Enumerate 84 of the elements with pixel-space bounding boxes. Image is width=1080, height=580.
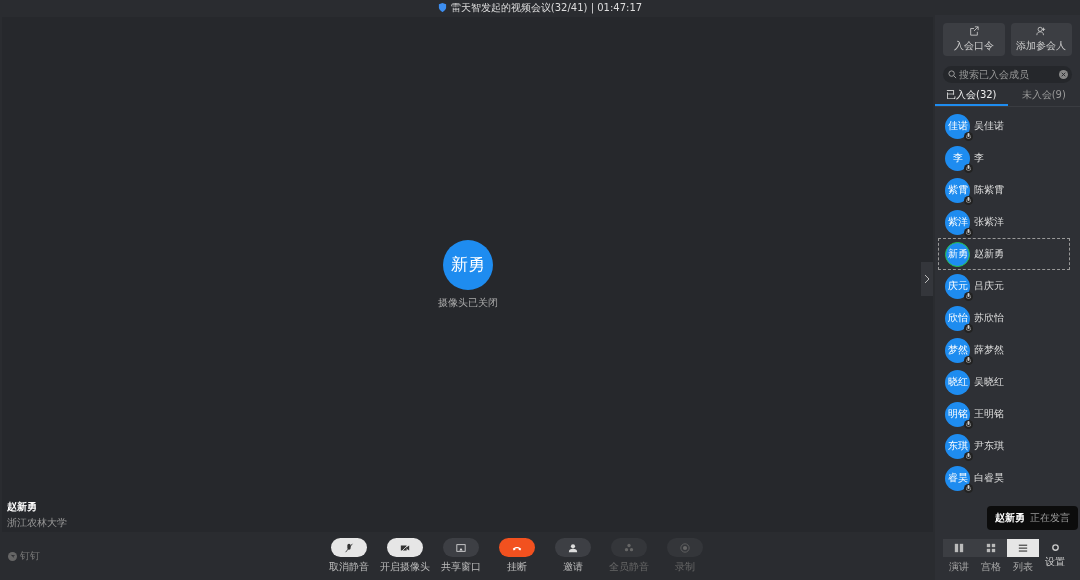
add-person-icon <box>1036 26 1047 36</box>
toolbar-button[interactable] <box>555 538 591 557</box>
participant-avatar: 东琪 <box>945 433 970 459</box>
toolbar-label: 邀请 <box>563 560 583 574</box>
participant-avatar: 新勇 <box>945 241 970 267</box>
participant-row[interactable]: 李 李 <box>938 142 1070 174</box>
participant-avatar: 睿昊 <box>945 465 970 491</box>
person-icon <box>568 542 578 553</box>
collapse-handle[interactable] <box>921 262 933 296</box>
participant-avatar: 李 <box>945 145 970 171</box>
search-icon <box>948 70 957 79</box>
participant-name: 吕庆元 <box>974 279 1004 293</box>
participant-name: 陈紫霄 <box>974 183 1004 197</box>
toolbar-label: 开启摄像头 <box>380 560 430 574</box>
participants-tab[interactable]: 已入会(32) <box>935 86 1008 106</box>
participant-avatar: 紫洋 <box>945 209 970 235</box>
camera-off-icon <box>400 542 410 553</box>
participant-row[interactable]: 欣怡 苏欣怡 <box>938 302 1070 334</box>
search-field[interactable]: 搜索已入会成员 <box>943 66 1072 83</box>
participant-avatar: 庆元 <box>945 273 970 299</box>
chevron-right-icon <box>924 275 930 283</box>
toolbar-button[interactable] <box>443 538 479 557</box>
toast-text: 正在发言 <box>1030 511 1070 525</box>
group-icon <box>624 542 634 553</box>
participant-row[interactable]: 东琪 尹东琪 <box>938 430 1070 462</box>
toolbar-label: 共享窗口 <box>441 560 481 574</box>
toolbar-button[interactable] <box>499 538 535 557</box>
sidebar-action-button[interactable]: 添加参会人 <box>1010 23 1072 56</box>
participant-avatar: 晓红 <box>945 369 970 395</box>
logo-icon <box>8 551 17 561</box>
participant-row[interactable]: 紫霄 陈紫霄 <box>938 174 1070 206</box>
participant-avatar: 明铭 <box>945 401 970 427</box>
sidebar-action-button[interactable]: 入会口令 <box>943 23 1005 56</box>
participant-row[interactable]: 庆元 吕庆元 <box>938 270 1070 302</box>
layout-button[interactable] <box>943 538 975 557</box>
participant-name: 苏欣怡 <box>974 311 1004 325</box>
grid-icon <box>986 542 996 553</box>
participant-name: 尹东琪 <box>974 439 1004 453</box>
layout-label: 列表 <box>1013 559 1033 574</box>
speaker-name: 赵新勇 <box>7 500 38 514</box>
brand-name: 钉钉 <box>20 549 40 563</box>
participant-name: 吴佳诺 <box>974 119 1004 133</box>
participant-row[interactable]: 睿昊 白睿昊 <box>938 462 1070 494</box>
shield-icon <box>437 3 447 12</box>
toolbar-button[interactable] <box>387 538 423 557</box>
participant-avatar: 梦然 <box>945 337 970 363</box>
toolbar-label: 挂断 <box>507 560 527 574</box>
toolbar-button[interactable] <box>331 538 367 557</box>
layout-button[interactable] <box>1007 538 1039 557</box>
speaker-organization: 浙江农林大学 <box>7 516 67 530</box>
participant-row[interactable]: 新勇 赵新勇 <box>938 238 1070 270</box>
camera-status: 摄像头已关闭 <box>437 295 498 310</box>
share-icon <box>968 26 979 36</box>
layout-label: 宫格 <box>981 559 1001 574</box>
participant-row[interactable]: 佳诺 吴佳诺 <box>938 110 1070 142</box>
toast-name: 赵新勇 <box>995 511 1025 525</box>
participant-avatar: 佳诺 <box>945 113 970 139</box>
participant-name: 李 <box>974 151 984 165</box>
participant-name: 吴晓红 <box>974 375 1004 389</box>
participant-row[interactable]: 紫洋 张紫洋 <box>938 206 1070 238</box>
speaker-layout-icon <box>954 542 964 553</box>
layout-label: 演讲 <box>949 559 969 574</box>
participant-name: 王明铭 <box>974 407 1004 421</box>
screen-icon <box>456 542 466 553</box>
record-icon <box>680 542 690 553</box>
participant-row[interactable]: 晓红 吴晓红 <box>938 366 1070 398</box>
participant-avatar: 紫霄 <box>945 177 970 203</box>
layout-button[interactable] <box>975 538 1007 557</box>
participant-name: 白睿昊 <box>974 471 1004 485</box>
participant-name: 张紫洋 <box>974 215 1004 229</box>
participant-row[interactable]: 明铭 王明铭 <box>938 398 1070 430</box>
participant-row[interactable]: 梦然 薛梦然 <box>938 334 1070 366</box>
participant-avatar: 欣怡 <box>945 305 970 331</box>
participants-tab[interactable]: 未入会(9) <box>1007 86 1080 106</box>
participant-name: 赵新勇 <box>974 247 1004 261</box>
settings-icon <box>1050 543 1060 552</box>
list-icon <box>1018 542 1028 553</box>
toolbar-label: 取消静音 <box>329 560 369 574</box>
avatar: 新勇 <box>442 239 493 290</box>
window-title: 雷天智发起的视频会议(32/41) | 01:47:17 <box>450 0 643 15</box>
settings-button[interactable]: 设置 <box>1045 543 1065 569</box>
muted-mic-icon <box>344 542 354 553</box>
clear-icon[interactable] <box>1059 70 1068 79</box>
participant-name: 薛梦然 <box>974 343 1004 357</box>
